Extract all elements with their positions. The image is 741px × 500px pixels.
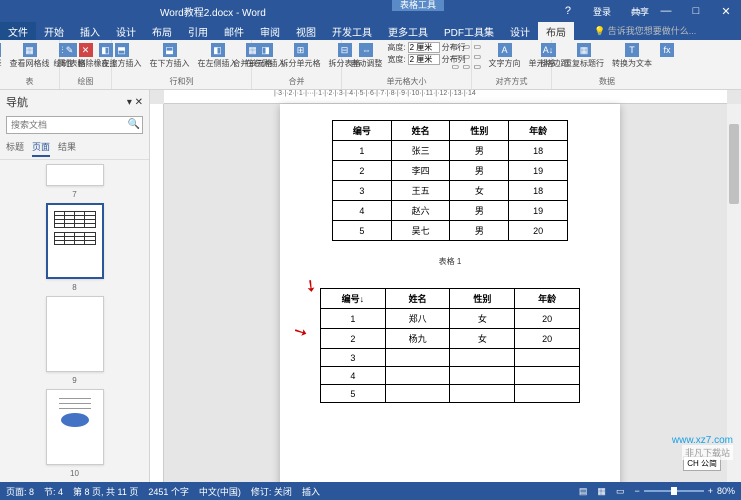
- status-pages[interactable]: 第 8 页, 共 11 页: [73, 485, 138, 498]
- table-2[interactable]: 编号↓姓名性别年龄 1郑八女20 2杨九女20 3 4 5: [320, 288, 580, 403]
- status-bar: 页面: 8 节: 4 第 8 页, 共 11 页 2451 个字 中文(中国) …: [0, 482, 741, 500]
- nav-search-input[interactable]: [6, 116, 143, 134]
- autofit-button[interactable]: ⇔自动调整: [347, 42, 385, 70]
- nav-tab-results[interactable]: 结果: [58, 138, 76, 157]
- insert-below-button[interactable]: ⬓在下方插入: [147, 42, 193, 70]
- menu-table-design[interactable]: 设计: [502, 22, 538, 40]
- document-page[interactable]: 编号姓名性别年龄 1张三男18 2李四男19 3王五女18 4赵六男19 5吴七…: [280, 104, 620, 482]
- thumb-page-10[interactable]: [46, 389, 104, 465]
- height-label: 高度:: [387, 42, 405, 53]
- thumb-page-8[interactable]: [46, 203, 104, 279]
- status-lang[interactable]: 中文(中国): [199, 485, 241, 498]
- menu-design[interactable]: 设计: [108, 22, 144, 40]
- table-tools-label: 表格工具: [392, 0, 444, 11]
- menu-references[interactable]: 引用: [180, 22, 216, 40]
- view-read-icon[interactable]: ▤: [579, 486, 588, 497]
- merge-cells-button[interactable]: ▦合并单元格: [230, 42, 276, 70]
- zoom-level[interactable]: 80%: [717, 486, 735, 496]
- alignment-grid[interactable]: ▭▭▭ ▭▭▭ ▭▭▭: [452, 42, 484, 71]
- ribbon-options-icon[interactable]: ▭: [621, 0, 651, 22]
- row-height-input[interactable]: [408, 42, 440, 53]
- status-insert[interactable]: 插入: [302, 485, 320, 498]
- status-words[interactable]: 2451 个字: [148, 485, 189, 498]
- search-icon[interactable]: 🔍: [128, 119, 140, 130]
- horizontal-ruler[interactable]: |·3·|·2·|·1·|···|·1·|·2·|·3·|·4·|·5·|·6·…: [164, 90, 727, 104]
- col-width-input[interactable]: [408, 54, 440, 65]
- sort-button[interactable]: A↓排序: [537, 42, 559, 70]
- menu-review[interactable]: 审阅: [252, 22, 288, 40]
- formula-button[interactable]: fx: [657, 42, 677, 70]
- document-title: Word教程2.docx - Word: [160, 4, 266, 19]
- text-direction-button[interactable]: A文字方向: [486, 42, 524, 71]
- view-web-icon[interactable]: ▭: [616, 486, 625, 497]
- table-1-caption: 表格 1: [332, 256, 568, 267]
- thumb-page-9[interactable]: [46, 296, 104, 372]
- menu-more[interactable]: 更多工具: [380, 22, 436, 40]
- delete-button[interactable]: ✕删除: [75, 42, 97, 70]
- status-section[interactable]: 节: 4: [44, 485, 63, 498]
- maximize-button[interactable]: □: [681, 0, 711, 22]
- zoom-out-button[interactable]: −: [634, 486, 639, 496]
- vertical-scrollbar[interactable]: [727, 104, 741, 482]
- menu-table-layout[interactable]: 布局: [538, 22, 574, 40]
- nav-tab-headings[interactable]: 标题: [6, 138, 24, 157]
- vertical-ruler[interactable]: [150, 104, 164, 482]
- menu-insert[interactable]: 插入: [72, 22, 108, 40]
- select-button[interactable]: ▭选择: [0, 42, 5, 70]
- convert-to-text-button[interactable]: T转换为文本: [609, 42, 655, 70]
- thumb-page-7[interactable]: [46, 164, 104, 186]
- help-icon[interactable]: ?: [565, 5, 571, 17]
- menu-view[interactable]: 视图: [288, 22, 324, 40]
- menu-bar: 文件 开始 插入 设计 布局 引用 邮件 审阅 视图 开发工具 更多工具 PDF…: [0, 22, 741, 40]
- repeat-header-button[interactable]: ▦重复标题行: [561, 42, 607, 70]
- zoom-slider[interactable]: [644, 490, 704, 492]
- menu-pdf[interactable]: PDF工具集: [436, 22, 502, 40]
- view-print-icon[interactable]: ▦: [597, 486, 606, 497]
- page-thumbnails: 7 8 9 10: [0, 160, 149, 482]
- menu-mailings[interactable]: 邮件: [216, 22, 252, 40]
- watermark-text: 非凡下载站: [682, 445, 733, 460]
- status-page[interactable]: 页面: 8: [6, 485, 34, 498]
- annotation-arrow-icon: ➙: [291, 320, 310, 343]
- nav-tab-pages[interactable]: 页面: [32, 138, 50, 157]
- close-button[interactable]: ✕: [711, 0, 741, 22]
- width-label: 宽度:: [387, 54, 405, 65]
- nav-close-button[interactable]: ▾ ✕: [127, 97, 143, 108]
- minimize-button[interactable]: —: [651, 0, 681, 22]
- view-gridlines-button[interactable]: ▦查看网格线: [7, 42, 53, 70]
- navigation-pane: 导航 ▾ ✕ 🔍 标题 页面 结果 7 8 9: [0, 90, 150, 482]
- annotation-arrow-icon: ➘: [299, 274, 322, 298]
- title-bar: Word教程2.docx - Word 表格工具 ? 登录 共享 ▭ — □ ✕: [0, 0, 741, 22]
- menu-file[interactable]: 文件: [0, 22, 36, 40]
- login-link[interactable]: 登录: [593, 5, 611, 18]
- document-area: |·3·|·2·|·1·|···|·1·|·2·|·3·|·4·|·5·|·6·…: [150, 90, 741, 482]
- split-cells-button[interactable]: ⊞拆分单元格: [278, 42, 324, 70]
- menu-layout[interactable]: 布局: [144, 22, 180, 40]
- status-track[interactable]: 修订: 关闭: [251, 485, 292, 498]
- tell-me-input[interactable]: 💡 告诉我您想要做什么...: [594, 22, 696, 40]
- insert-above-button[interactable]: ⬒在上方插入: [99, 42, 145, 70]
- menu-home[interactable]: 开始: [36, 22, 72, 40]
- menu-developer[interactable]: 开发工具: [324, 22, 380, 40]
- nav-title: 导航: [6, 94, 28, 110]
- zoom-in-button[interactable]: +: [708, 486, 713, 496]
- table-1[interactable]: 编号姓名性别年龄 1张三男18 2李四男19 3王五女18 4赵六男19 5吴七…: [332, 120, 568, 241]
- ribbon: ▭选择 ▦查看网格线 ☰属性 表 ✎绘制表格 ◧橡皮擦 绘图 ✕删除 ⬒在上方插…: [0, 40, 741, 90]
